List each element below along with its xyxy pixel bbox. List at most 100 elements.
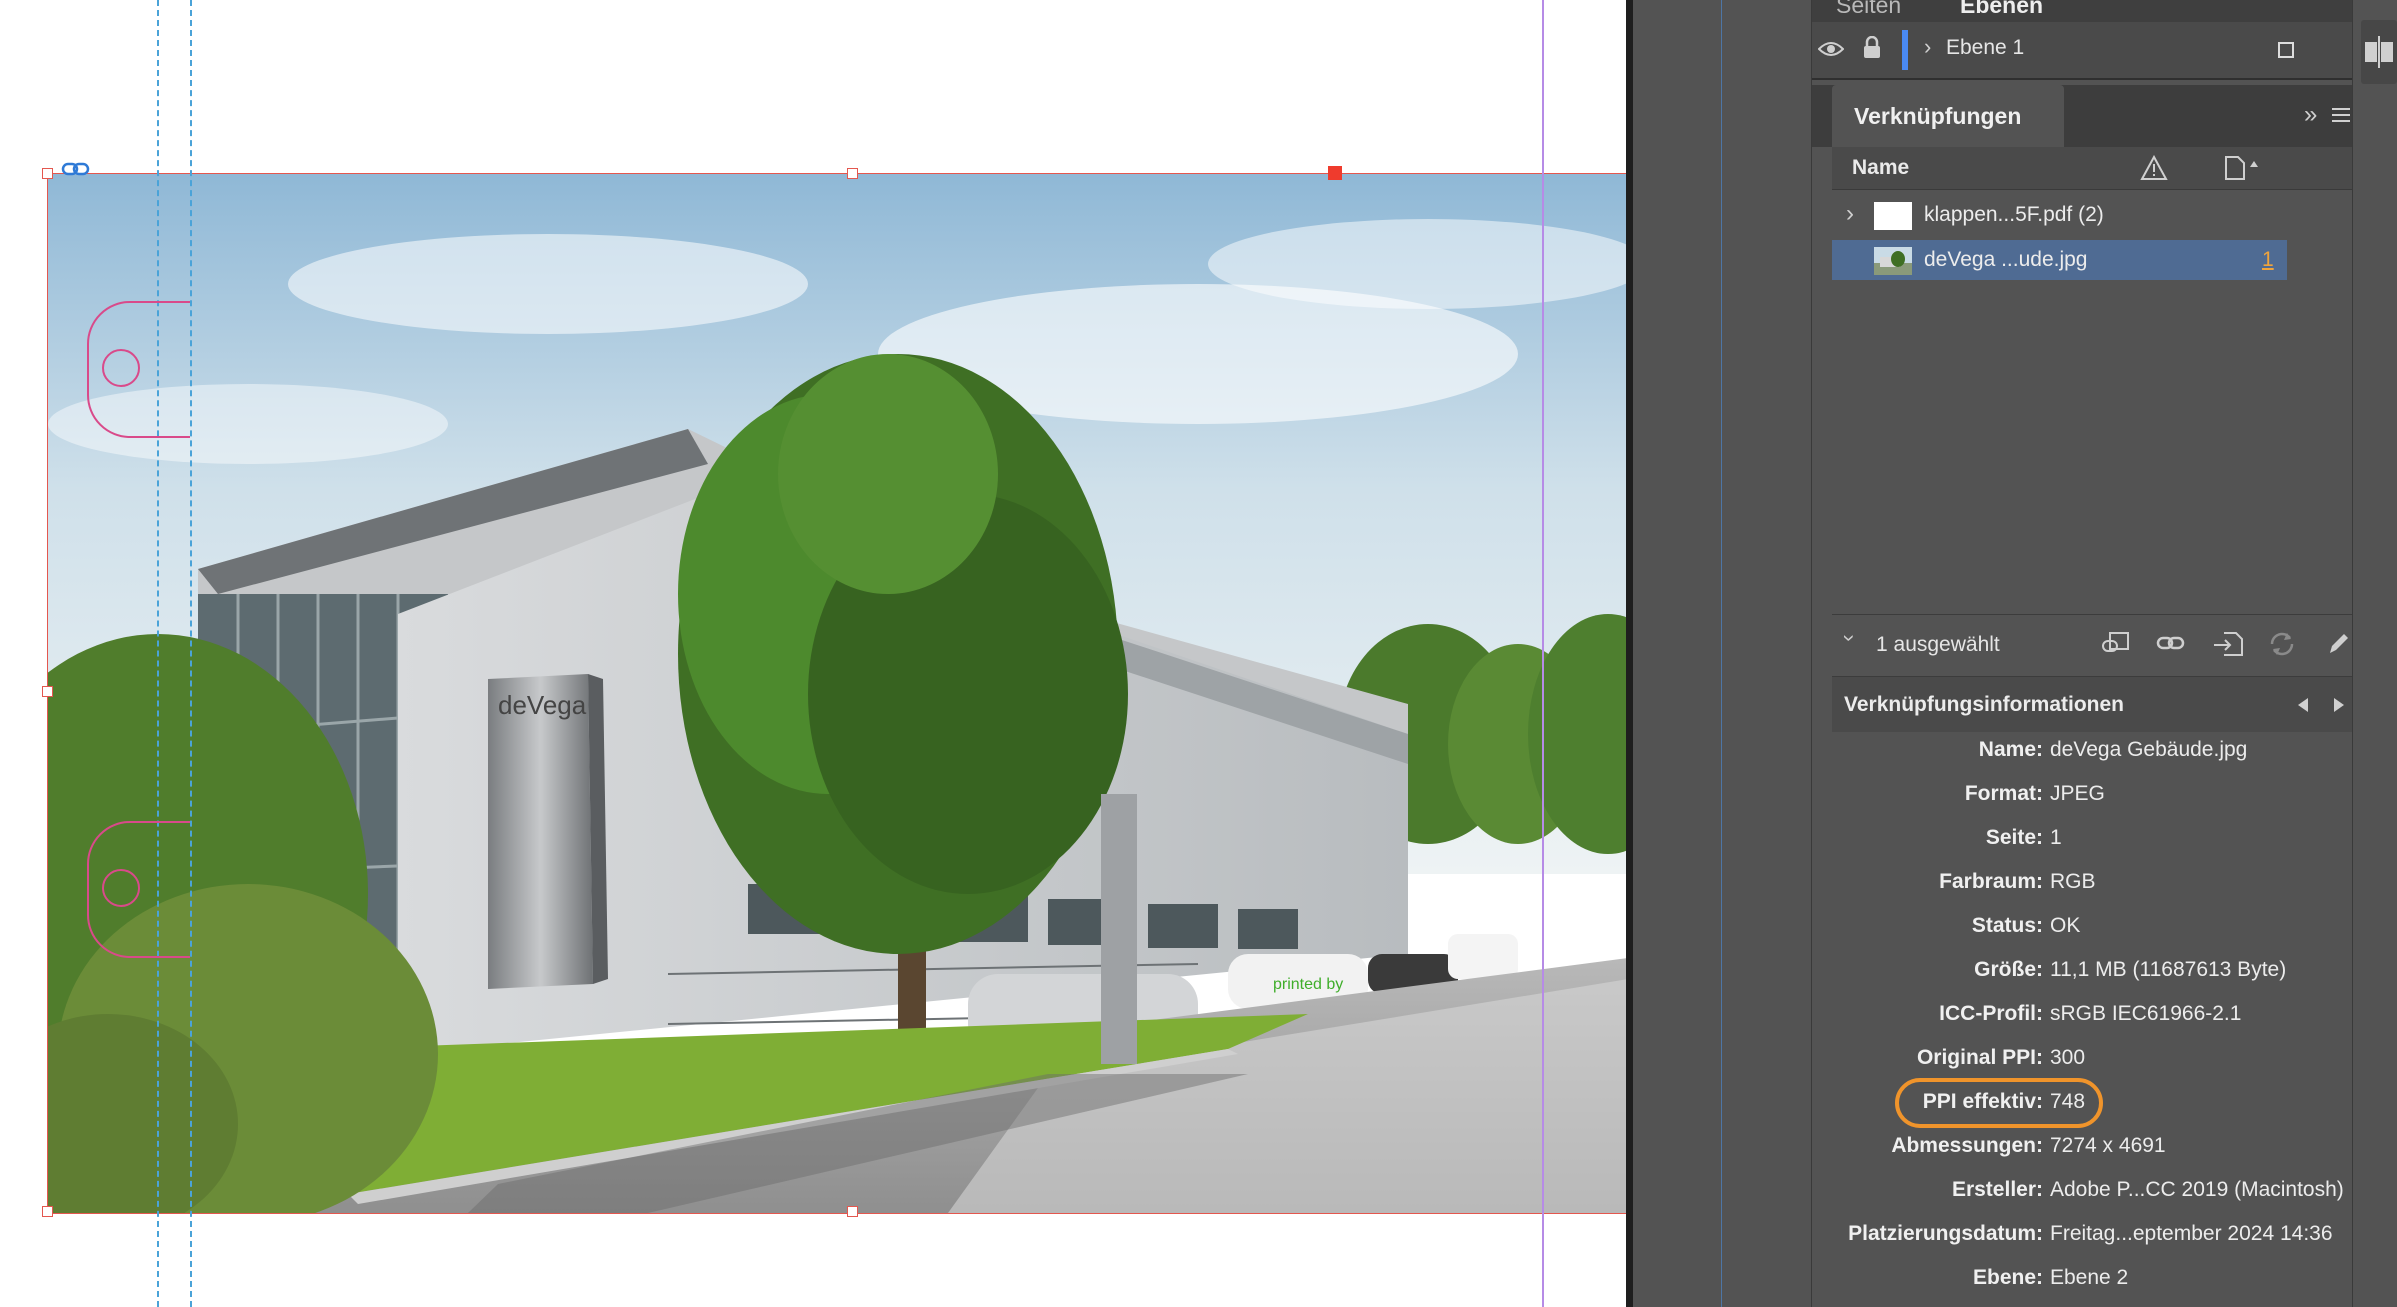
info-label: Farbraum: — [1939, 870, 2043, 893]
info-row: Name: deVega Gebäude.jpg — [1832, 734, 2353, 774]
info-label: ICC-Profil: — [1939, 1002, 2043, 1025]
list-item[interactable]: deVega ...ude.jpg 1 — [1832, 240, 2287, 280]
tab-links[interactable]: Verknüpfungen — [1832, 85, 2064, 147]
panel-menu-icon[interactable] — [2332, 107, 2350, 123]
link-name: klappen...5F.pdf (2) — [1924, 203, 2104, 226]
info-row: Größe: 11,1 MB (11687613 Byte) — [1832, 954, 2353, 994]
links-panel-header: Verknüpfungen » — [1812, 85, 2353, 147]
pdf-thumbnail — [1874, 202, 1912, 230]
info-value: deVega Gebäude.jpg — [2050, 738, 2248, 761]
selection-status: 1 ausgewählt — [1876, 633, 2000, 656]
info-row: ICC-Profil: sRGB IEC61966-2.1 — [1832, 998, 2353, 1038]
info-label: Platzierungsdatum: — [1848, 1222, 2043, 1245]
pasteboard — [1626, 0, 1811, 1307]
eye-icon[interactable] — [1818, 40, 1844, 58]
sign-text: deVega — [498, 690, 587, 720]
info-label: Ebene: — [1972, 1266, 2043, 1289]
info-row: Status: OK — [1832, 910, 2353, 950]
resize-handle-top[interactable] — [847, 168, 858, 179]
tool-strip — [2352, 0, 2397, 1307]
info-label: Abmessungen: — [1891, 1134, 2043, 1157]
next-link-icon[interactable] — [2332, 697, 2346, 713]
info-label: Seite: — [1985, 826, 2043, 849]
info-value: Ebene 2 — [2050, 1266, 2129, 1289]
pages-icon[interactable] — [2363, 34, 2395, 70]
info-row: Platzierungsdatum: Freitag...eptember 202… — [1832, 1218, 2353, 1258]
page-column-icon[interactable] — [2224, 155, 2258, 181]
info-value: JPEG — [2050, 782, 2105, 805]
info-value: Freitag...eptember 2024 14:36 — [2050, 1222, 2333, 1245]
edit-original-icon[interactable] — [2326, 631, 2350, 657]
links-toolbar: › 1 ausgewählt — [1832, 614, 2353, 673]
layer-row[interactable]: › Ebene 1 — [1812, 22, 2353, 80]
pages-layers-tabs: Seiten Ebenen — [1812, 0, 2353, 22]
building-photo: printed by deVega — [48, 174, 1626, 1213]
link-name: deVega ...ude.jpg — [1924, 248, 2088, 271]
info-row: Original PPI: 300 — [1832, 1042, 2353, 1082]
info-value: 7274 x 4691 — [2050, 1134, 2166, 1157]
info-row: Format: JPEG — [1832, 778, 2353, 818]
pasteboard-shadow — [1626, 0, 1633, 1307]
info-row: Seite: 1 — [1832, 822, 2353, 862]
image-frame[interactable]: printed by deVega — [47, 173, 1626, 1214]
relink-icon[interactable] — [2156, 633, 2186, 653]
chevron-right-icon[interactable]: › — [1924, 34, 1931, 60]
document-canvas[interactable]: printed by deVega — [0, 0, 1626, 1307]
link-page-number[interactable]: 1 — [2262, 248, 2274, 272]
list-item[interactable]: › klappen...5F.pdf (2) — [1832, 195, 2287, 235]
ppi-highlight-ring — [1895, 1078, 2103, 1128]
collapse-panel-icon[interactable]: » — [2304, 101, 2317, 129]
tab-pages[interactable]: Seiten — [1836, 0, 1901, 19]
links-list: › klappen...5F.pdf (2) deVega ...ude.jpg… — [1832, 190, 2353, 610]
info-row: Ebene: Ebene 2 — [1832, 1262, 2353, 1302]
pasteboard-guide — [1721, 0, 1722, 1307]
info-label: Format: — [1964, 782, 2043, 805]
link-chain-icon[interactable] — [61, 160, 91, 178]
die-cut-shape — [87, 821, 190, 958]
margin-guide — [1542, 0, 1544, 1307]
link-info-list: Name: deVega Gebäude.jpg Format: JPEG Seit… — [1832, 732, 2353, 1307]
info-label: Größe: — [1974, 958, 2043, 981]
previous-link-icon[interactable] — [2296, 697, 2310, 713]
info-label: Ersteller: — [1951, 1178, 2043, 1201]
relink-cc-icon[interactable] — [2100, 631, 2134, 657]
info-row: Abmessungen: 7274 x 4691 — [1832, 1130, 2353, 1170]
van-text: printed by — [1273, 976, 1343, 993]
link-info-header[interactable]: Verknüpfungsinformationen — [1832, 676, 2353, 733]
info-value: OK — [2050, 914, 2081, 937]
resize-handle-bottom[interactable] — [847, 1206, 858, 1217]
resize-handle-top-left[interactable] — [42, 168, 53, 179]
layer-name: Ebene 1 — [1946, 36, 2025, 59]
info-row: Farbraum: RGB — [1832, 866, 2353, 906]
link-info-title: Verknüpfungsinformationen — [1844, 693, 2125, 716]
content-grabber-handle[interactable] — [1328, 166, 1342, 180]
info-value: 1 — [2050, 826, 2062, 849]
column-name[interactable]: Name — [1852, 156, 1909, 180]
info-value: RGB — [2050, 870, 2096, 893]
warning-icon[interactable] — [2140, 155, 2168, 181]
image-thumbnail — [1874, 247, 1912, 275]
info-label: Status: — [1971, 914, 2043, 937]
resize-handle-bottom-left[interactable] — [42, 1206, 53, 1217]
chevron-down-icon[interactable]: › — [1837, 634, 1863, 641]
info-value: sRGB IEC61966-2.1 — [2050, 1002, 2242, 1025]
die-cut-shape — [87, 301, 190, 438]
links-column-header: Name — [1832, 147, 2353, 190]
guide-line — [190, 0, 192, 1307]
info-label: Original PPI: — [1916, 1046, 2043, 1069]
chevron-right-icon[interactable]: › — [1846, 200, 1854, 228]
info-value: Adobe P...CC 2019 (Macintosh) — [2050, 1178, 2344, 1201]
layer-color-swatch — [1902, 30, 1908, 70]
info-label: Name: — [1978, 738, 2043, 761]
resize-handle-left[interactable] — [42, 686, 53, 697]
go-to-link-icon[interactable] — [2212, 631, 2244, 657]
tab-layers[interactable]: Ebenen — [1960, 0, 2043, 19]
info-row: Ersteller: Adobe P...CC 2019 (Macintosh) — [1832, 1174, 2353, 1214]
info-value: 300 — [2050, 1046, 2086, 1069]
links-panel-title: Verknüpfungen — [1854, 103, 2022, 129]
info-value: 11,1 MB (11687613 Byte) — [2050, 958, 2287, 981]
lock-icon[interactable] — [1862, 36, 1882, 60]
update-link-icon[interactable] — [2268, 631, 2296, 657]
layer-target-square[interactable] — [2278, 42, 2294, 58]
guide-line — [157, 0, 159, 1307]
